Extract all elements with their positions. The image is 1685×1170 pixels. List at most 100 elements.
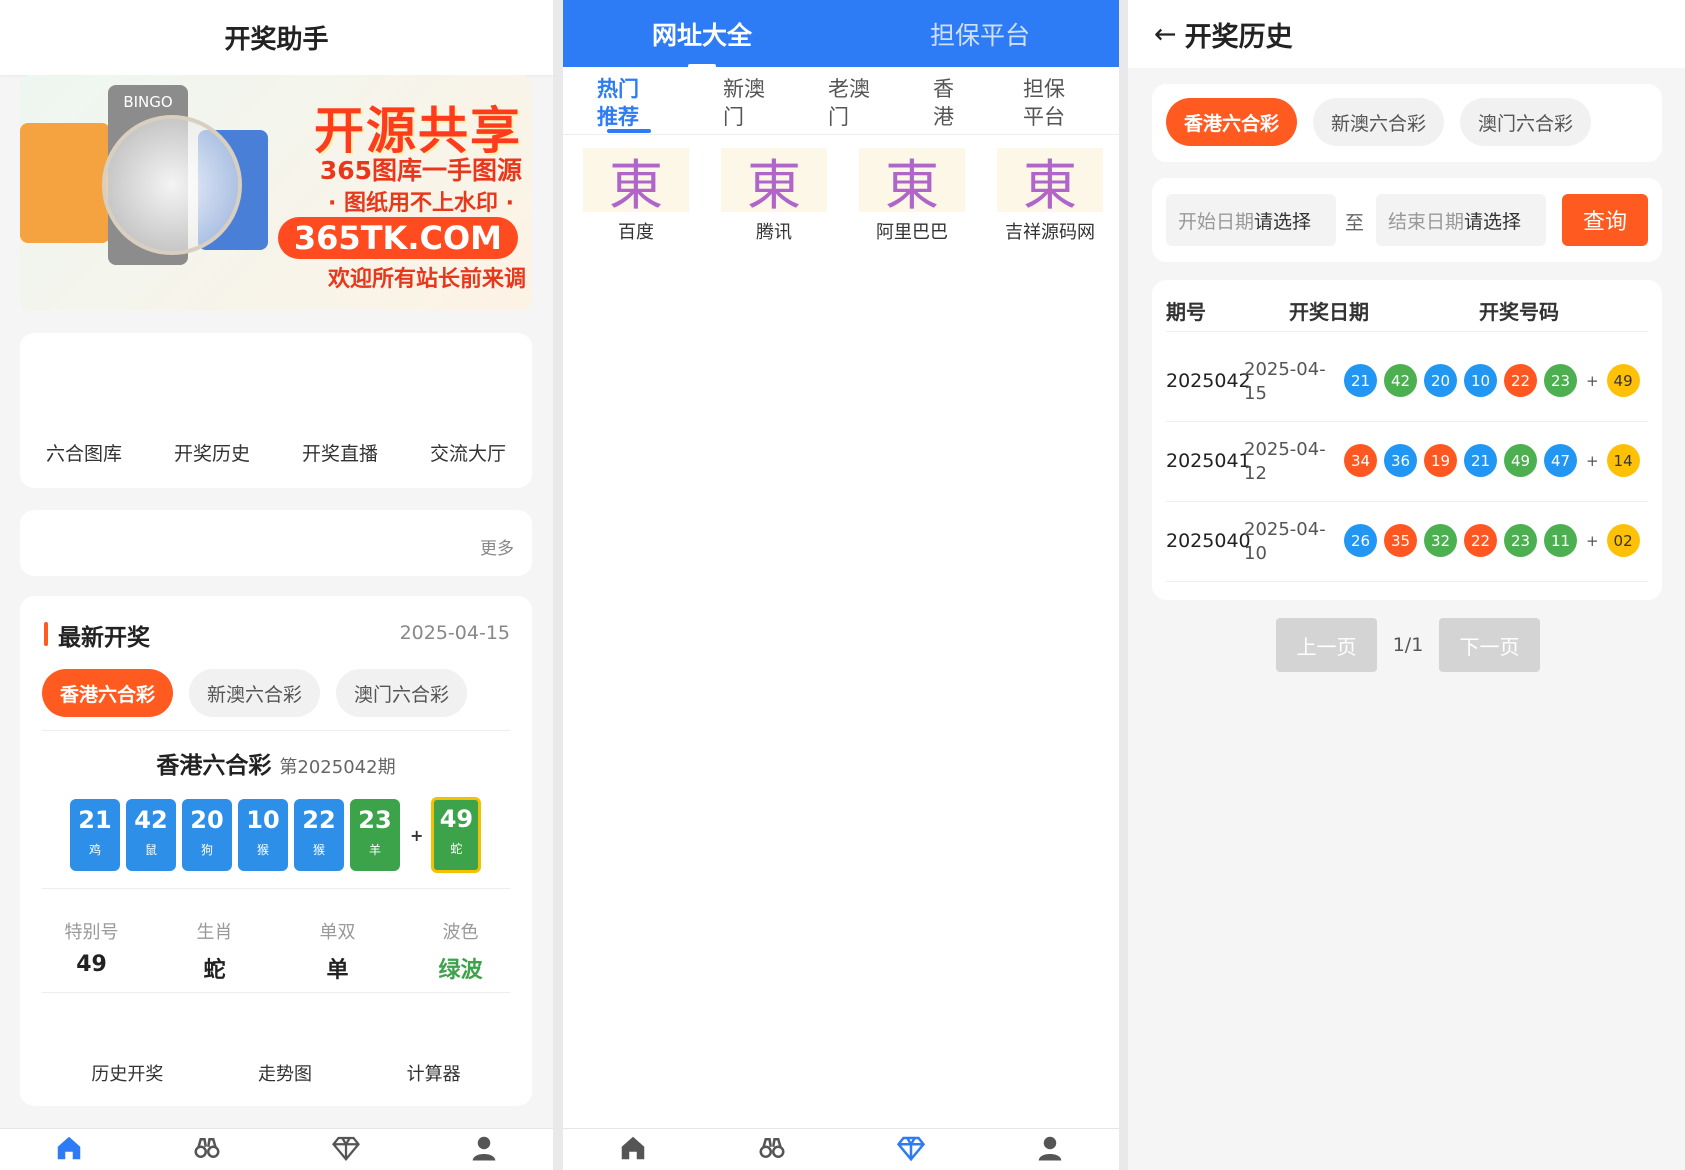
next-page-button[interactable]: 下一页 [1439,618,1540,672]
bingo-card-image [20,123,110,243]
stat-value: 绿波 [438,958,483,983]
number-ball: 47 [1544,444,1577,477]
draw-links: 历史开奖 走势图 计算器 [20,1060,532,1086]
field-action: 请选择 [1254,210,1312,233]
col-period: 期号 [1166,300,1206,324]
site-item[interactable]: 東腾讯 [721,148,827,244]
diamond-icon[interactable] [896,1133,926,1167]
stat-special: 特别号 49 [37,918,147,984]
number-ball: 42 [1384,364,1417,397]
special-ball: 14 [1606,444,1640,477]
user-icon[interactable] [469,1133,499,1167]
home-icon[interactable] [618,1133,648,1167]
number-tile: 10 猴 [238,799,288,871]
history-table: 期号 开奖日期 开奖号码 2025042 2025-04- 15 21 42 20 10 22… [1152,280,1662,600]
tab-new-macau[interactable]: 新澳六合彩 [1313,98,1445,146]
category-hot[interactable]: 热门 推荐 [597,75,639,131]
quick-links-card: 六合图库 开奖历史 开奖直播 交流大厅 [20,333,532,488]
site-grid: 東百度 東腾讯 東阿里巴巴 東吉祥源码网 [583,148,1103,244]
binoculars-icon[interactable] [757,1133,787,1167]
home-screen: 开奖助手 BINGO 开源共享 365图库一手图源 · 图纸用不上水印 · 36… [0,0,553,1170]
tile-number: 21 [78,806,112,834]
site-logo: 東 [997,148,1103,212]
end-date-field[interactable]: 结束日期 请选择 [1376,194,1546,246]
number-ball: 19 [1424,444,1457,477]
site-item[interactable]: 東吉祥源码网 [997,148,1103,244]
link-history[interactable]: 历史开奖 [91,1060,163,1086]
more-link[interactable]: 更多 [480,534,514,559]
start-date-field[interactable]: 开始日期 请选择 [1166,194,1336,246]
lottery-tabs: 香港六合彩 新澳六合彩 澳门六合彩 [42,669,468,717]
user-icon[interactable] [1035,1133,1065,1167]
link-trend[interactable]: 走势图 [258,1060,312,1086]
home-icon[interactable] [54,1133,84,1167]
row-date-line: 2025-04- [1244,359,1326,380]
field-label: 结束日期 [1388,210,1465,233]
query-button[interactable]: 查询 [1562,194,1648,246]
tab-hk[interactable]: 香港六合彩 [42,669,174,717]
category-guarantee[interactable]: 担保 平台 [1023,75,1065,131]
category-new-macau[interactable]: 新澳门 [723,75,765,131]
tab-macau[interactable]: 澳门六合彩 [1460,98,1592,146]
special-number-tile: 49 蛇 [431,797,482,873]
tab-macau[interactable]: 澳门六合彩 [336,669,468,717]
tab-guarantee-platform[interactable]: 担保平台 [930,16,1030,52]
tile-number: 49 [439,805,474,833]
special-ball: 49 [1606,364,1640,397]
table-row: 2025042 2025-04- 15 21 42 20 10 22 23 +49 [1166,342,1648,422]
site-item[interactable]: 東阿里巴巴 [859,148,965,244]
number-ball: 10 [1464,364,1497,397]
category-label: 门 [723,105,744,129]
number-ball: 20 [1424,364,1457,397]
table-row: 2025041 2025-04- 12 34 36 19 21 49 47 +14 [1166,422,1648,502]
stat-label: 单双 [319,922,356,943]
row-date-line: 2025-04- [1244,439,1326,460]
number-ball: 34 [1344,444,1377,477]
quick-link-gallery[interactable]: 六合图库 [46,439,122,466]
page-indicator: 1/1 [1392,634,1424,656]
stat-label: 特别号 [64,922,119,943]
tile-zodiac: 羊 [368,843,381,857]
divider [42,888,510,889]
banner-line1: 365图库一手图源 [319,156,522,185]
row-date: 2025-04- 10 [1244,518,1334,566]
category-tabs: 热门 推荐 新澳门 老澳门 香港 担保 平台 [563,67,1119,135]
number-ball: 22 [1464,524,1497,557]
stat-odd-even: 单双单 [283,918,393,984]
category-label: 香 [933,77,954,101]
plus-sign: + [1586,531,1599,550]
category-label: 热门 [597,77,639,101]
category-old-macau[interactable]: 老澳门 [828,75,870,131]
diamond-icon[interactable] [331,1133,361,1167]
row-date: 2025-04- 12 [1244,438,1334,486]
draw-heading: 香港六合彩 第2025042期 [20,746,532,780]
back-arrow-icon[interactable]: ← [1154,19,1177,50]
prev-page-button[interactable]: 上一页 [1276,618,1377,672]
banner-line2: · 图纸用不上水印 · [327,191,514,216]
stat-value: 蛇 [203,958,226,983]
row-date-line: 15 [1244,383,1267,404]
lottery-name: 香港六合彩 [156,753,272,779]
category-label: 担保 [1023,77,1065,101]
link-calculator[interactable]: 计算器 [407,1060,461,1086]
header-tabs: 网址大全 担保平台 [563,0,1119,68]
tab-hk[interactable]: 香港六合彩 [1166,98,1298,146]
site-item[interactable]: 東百度 [583,148,689,244]
tab-site-directory[interactable]: 网址大全 [652,16,752,68]
tile-zodiac: 狗 [200,843,213,857]
category-underline [607,129,651,133]
tab-new-macau[interactable]: 新澳六合彩 [189,669,321,717]
quick-link-live[interactable]: 开奖直播 [302,439,378,466]
pagination: 上一页 1/1 下一页 [1276,618,1540,672]
promo-banner[interactable]: BINGO 开源共享 365图库一手图源 · 图纸用不上水印 · 365TK.C… [20,75,532,310]
site-logo: 東 [721,148,827,212]
binoculars-icon[interactable] [192,1133,222,1167]
sites-screen: 网址大全 担保平台 热门 推荐 新澳门 老澳门 香港 担保 平台 東百度 東腾讯 東… [563,0,1119,1170]
stat-label: 生肖 [196,922,233,943]
number-tile: 20 狗 [182,799,232,871]
tile-zodiac: 猴 [312,843,325,857]
quick-link-history[interactable]: 开奖历史 [174,439,250,466]
category-hk[interactable]: 香港 [933,75,954,131]
quick-link-lobby[interactable]: 交流大厅 [430,439,506,466]
plus-sign: + [410,825,424,845]
